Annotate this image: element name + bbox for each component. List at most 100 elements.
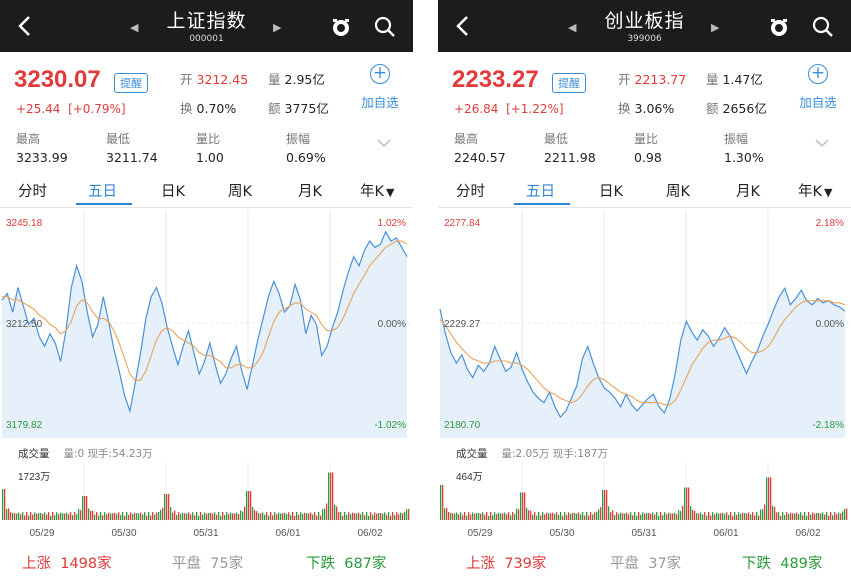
x-tick-label: 06/01 — [713, 528, 738, 539]
volume-bar — [788, 514, 790, 520]
volume-bar — [446, 507, 448, 520]
next-triangle-icon[interactable]: ▶ — [273, 21, 281, 34]
tab-intraday[interactable]: 分时 — [456, 180, 485, 201]
volume-bar — [632, 515, 634, 520]
volume-bar — [492, 515, 494, 520]
volume-bar — [382, 513, 384, 520]
volume-bar — [132, 513, 134, 520]
next-triangle-icon[interactable]: ▶ — [711, 21, 719, 34]
tab-yearly-k[interactable]: 年K ▼ — [798, 180, 832, 201]
tab-daily-k[interactable]: 日K — [161, 180, 185, 201]
volume-bar — [68, 514, 70, 520]
volume-bar — [180, 514, 182, 520]
volume-bar — [58, 514, 60, 520]
volume-bar — [718, 513, 720, 520]
tab-yearly-k[interactable]: 年K ▼ — [360, 180, 394, 201]
volume-bar — [572, 512, 574, 520]
volume-bar — [258, 513, 260, 520]
volume-bar — [508, 512, 510, 520]
volume-bar — [324, 508, 326, 520]
volume-bar — [760, 509, 762, 520]
volume-bar — [332, 472, 334, 520]
tab-monthly-k[interactable]: 月K — [298, 180, 322, 201]
volume-bar — [384, 512, 386, 520]
volume-bar — [836, 514, 838, 520]
volume-bar — [172, 512, 174, 520]
price-chart[interactable]: 2277.84 2229.27 2180.70 2.18% 0.00% -2.18% — [438, 210, 851, 438]
add-watchlist-button[interactable]: + 加自选 — [355, 64, 405, 111]
volume-bar — [684, 487, 686, 520]
volume-bar — [346, 515, 348, 520]
volume-header: 成交量 量:2.05万 现手:187万 — [456, 446, 608, 461]
tab-weekly-k[interactable]: 周K — [228, 180, 252, 201]
volume-bar — [634, 512, 636, 520]
chevron-down-icon[interactable] — [815, 138, 829, 148]
remind-button[interactable]: 提醒 — [114, 73, 148, 93]
volume-bar — [344, 512, 346, 520]
tab-yearly-k-label: 年K — [798, 184, 823, 200]
volume-bar — [82, 496, 84, 520]
volume-bar — [554, 514, 556, 520]
market-breadth: 上涨 1498家 平盘 75家 下跌 687家 — [0, 548, 413, 582]
volume-bar — [786, 512, 788, 520]
volume-bar — [76, 514, 78, 520]
volume-bar — [466, 515, 468, 520]
price-chart[interactable]: 3245.18 3212.50 3179.82 1.02% 0.00% -1.02% — [0, 210, 413, 438]
volume-bar — [814, 513, 816, 520]
tab-weekly-k[interactable]: 周K — [666, 180, 690, 201]
volume-max-label: 1723万 — [18, 472, 50, 483]
volume-bar — [366, 512, 368, 520]
volume-bar — [248, 491, 250, 520]
alarm-icon[interactable] — [767, 15, 791, 39]
volume-bar — [12, 512, 14, 520]
x-tick-label: 05/30 — [111, 528, 136, 539]
volume-bar — [108, 512, 110, 520]
down-value: 687家 — [344, 556, 387, 572]
volume-bar — [272, 515, 274, 520]
search-icon[interactable] — [373, 15, 397, 39]
volume-chart[interactable]: 464万 05/29 05/30 05/31 06/01 06/02 — [438, 462, 851, 544]
tab-monthly-k[interactable]: 月K — [736, 180, 760, 201]
tab-five-day[interactable]: 五日 — [526, 180, 555, 201]
add-watchlist-button[interactable]: + 加自选 — [793, 64, 843, 111]
volume-bar — [614, 515, 616, 520]
volume-bar — [234, 513, 236, 520]
low-value: 2211.98 — [544, 150, 596, 165]
search-icon[interactable] — [811, 15, 835, 39]
volume-bar — [378, 513, 380, 520]
volume-bar — [534, 512, 536, 520]
open-value: 2213.77 — [634, 72, 687, 87]
volume-bar — [238, 514, 240, 520]
volume-bar — [280, 513, 282, 520]
volume-bar — [568, 512, 570, 520]
volume-bar — [316, 515, 318, 520]
volume-bar — [282, 513, 284, 520]
volume-bar — [318, 512, 320, 520]
volume-bar — [192, 512, 194, 520]
volume-bar — [236, 512, 238, 520]
tab-five-day[interactable]: 五日 — [88, 180, 117, 201]
volume-bar — [338, 512, 340, 520]
volume-bar — [152, 512, 154, 520]
y-min-label: 3179.82 — [6, 420, 43, 431]
volume-bar — [846, 508, 848, 520]
chevron-down-icon[interactable] — [377, 138, 391, 148]
volume-bar — [168, 494, 170, 520]
open-value: 3212.45 — [196, 72, 249, 87]
tab-daily-k[interactable]: 日K — [599, 180, 623, 201]
open-stat: 开 2213.77 — [618, 69, 686, 88]
volume-bar — [246, 491, 248, 520]
down-label: 下跌 — [742, 556, 771, 572]
down-count: 下跌 687家 — [306, 552, 386, 573]
x-tick-label: 05/29 — [467, 528, 492, 539]
remind-button[interactable]: 提醒 — [552, 73, 586, 93]
volume-bar — [542, 512, 544, 520]
tab-intraday[interactable]: 分时 — [18, 180, 47, 201]
volume-bar — [252, 506, 254, 520]
volume-chart[interactable]: 1723万 05/29 05/30 05/31 06/01 06/02 — [0, 462, 413, 544]
volume-bar — [232, 513, 234, 520]
alarm-icon[interactable] — [329, 15, 353, 39]
high-value: 3233.99 — [16, 150, 68, 165]
volume-bar — [90, 510, 92, 520]
change-percent: [+0.79%] — [68, 102, 126, 116]
